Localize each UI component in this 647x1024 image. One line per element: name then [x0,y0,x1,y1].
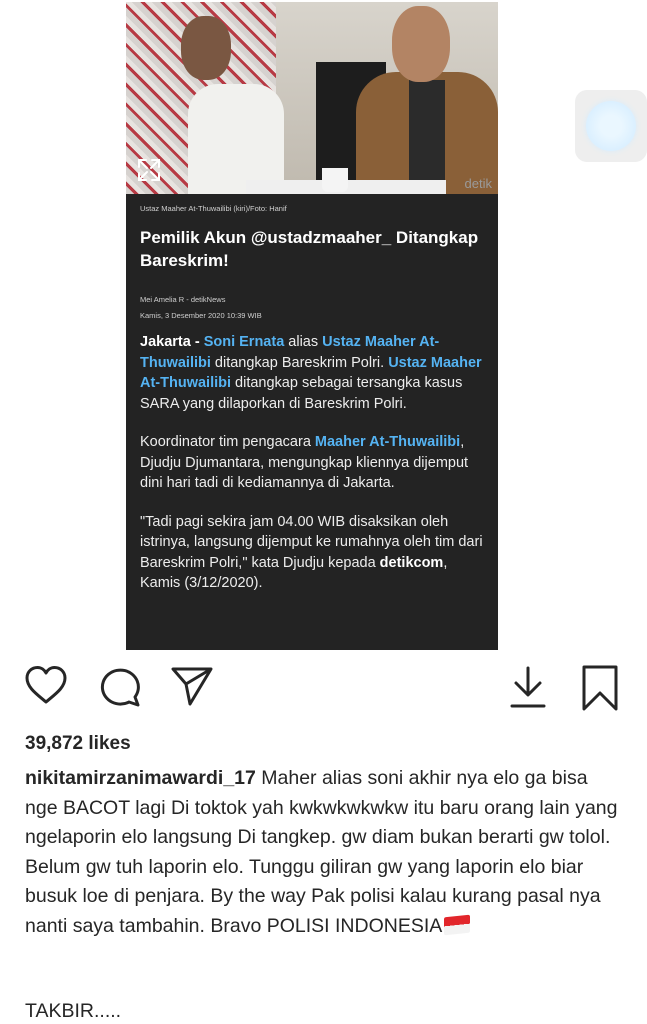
likes-count[interactable]: 39,872 likes [25,733,131,755]
article-text: ditangkap Bareskrim Polri. [210,354,389,371]
send-icon[interactable] [170,664,214,708]
post-photo: detik [126,2,498,194]
article-link: Maaher At-Thuwailibi [314,434,461,450]
download-icon[interactable] [508,664,548,710]
article-link: Soni Ernata [203,334,285,350]
article-paragraph: Jakarta - Soni Ernata alias Ustaz Maaher… [140,332,490,414]
article-author: Mei Amelia R - detikNews [140,295,226,304]
expand-icon[interactable] [136,157,162,183]
photo-cup [322,168,348,192]
floating-assistive-button[interactable] [575,90,647,162]
article-body: Jakarta - Soni Ernata alias Ustaz Maaher… [140,332,490,612]
photo-watermark: detik [464,176,492,191]
comment-icon[interactable] [98,664,142,708]
article-paragraph: "Tadi pagi sekira jam 04.00 WIB disaksik… [140,512,490,594]
article-bold: detikcom [379,554,444,571]
photo-person-right-face [392,6,450,82]
article-paragraph: Koordinator tim pengacara Maaher At-Thuw… [140,432,490,494]
floating-button-dot [586,101,636,151]
username-link[interactable]: nikitamirzanimawardi_17 [25,767,256,789]
heart-icon[interactable] [24,664,68,708]
photo-caption: Ustaz Maaher At-Thuwailibi (kiri)/Foto: … [140,204,287,213]
article-text: Koordinator tim pengacara [140,434,315,450]
caption-text: Maher alias soni akhir nya elo ga bisa n… [25,767,618,937]
indonesia-flag-emoji [444,914,471,935]
article-headline: Pemilik Akun @ustadzmaaher_ Ditangkap Ba… [140,228,479,270]
post-action-bar [0,664,647,718]
photo-person-left-robe [188,84,284,194]
bookmark-icon[interactable] [580,664,620,712]
article-text: alias [284,334,323,350]
photo-person-right-shirt [409,80,445,194]
article-date: Kamis, 3 Desember 2020 10:39 WIB [140,311,262,320]
post-caption: nikitamirzanimawardi_17 Maher alias soni… [25,764,625,941]
article-city: Jakarta - [140,334,204,350]
photo-person-left-face [181,16,231,80]
caption-end-text: TAKBIR..... [25,1000,122,1022]
post-image[interactable]: detik Ustaz Maaher At-Thuwailibi (kiri)/… [126,2,498,650]
